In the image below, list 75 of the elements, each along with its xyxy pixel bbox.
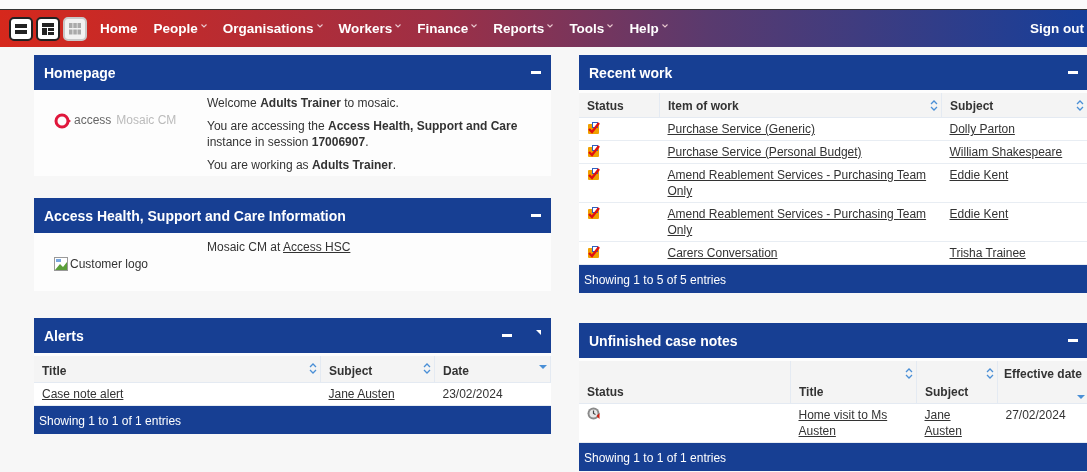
clock-icon — [587, 407, 600, 420]
column-header: Status — [579, 93, 660, 118]
panel-title: Access Health, Support and Care Information — [44, 207, 346, 224]
menu-item[interactable]: Finance — [417, 21, 478, 36]
tick-clipboard-icon — [587, 121, 600, 135]
collapse-button[interactable] — [531, 214, 541, 217]
sort-descending-icon — [539, 365, 547, 369]
column-header[interactable]: Item of work — [659, 93, 942, 118]
tick-clipboard-icon — [587, 167, 600, 181]
paragraph: You are accessing the Access Health, Support and Care instance in session 17006907. — [207, 118, 519, 150]
sort-descending-icon — [1077, 395, 1085, 399]
rows-layout-button[interactable] — [9, 16, 33, 41]
column-header[interactable]: Subject — [941, 93, 1087, 118]
menu-item[interactable]: Tools — [569, 21, 614, 36]
column-header[interactable]: Title — [34, 356, 321, 383]
sort-icon — [309, 363, 317, 374]
menu-item[interactable]: Reports — [493, 21, 554, 36]
access-hsc-link[interactable]: Access HSC — [283, 240, 351, 254]
table-link[interactable]: Dolly Parton — [949, 121, 1080, 137]
table-link[interactable]: Amend Reablement Services - Purchasing Team Only — [667, 167, 934, 199]
table-footer: Showing 1 to 1 of 1 entries — [579, 443, 1087, 471]
table-link[interactable]: William Shakespeare — [949, 144, 1080, 160]
panels-layout-button[interactable] — [36, 16, 60, 41]
menu-item[interactable]: Organisations — [222, 21, 323, 36]
tick-clipboard-icon — [587, 206, 600, 220]
sort-icon — [1076, 100, 1084, 111]
column-header[interactable]: Title — [790, 361, 917, 404]
paragraph: Welcome Adults Trainer to mosaic. — [207, 95, 400, 111]
table-footer: Showing 1 to 5 of 5 entries — [579, 265, 1087, 293]
panel-title: Unfinished case notes — [589, 332, 738, 349]
column-header: Status — [579, 361, 791, 404]
sign-out-link[interactable]: Sign out — [1030, 21, 1084, 36]
column-header[interactable]: Date — [434, 356, 551, 383]
table-footer: Showing 1 to 1 of 1 entries — [34, 406, 551, 434]
logo-text: access — [74, 113, 112, 127]
collapse-button[interactable] — [502, 334, 512, 337]
table-link[interactable]: Jane Austen — [328, 386, 427, 402]
table-link[interactable]: Case note alert — [42, 386, 313, 402]
sort-icon — [423, 363, 431, 374]
table-link[interactable]: Trisha Trainee — [949, 245, 1080, 261]
sort-icon — [905, 368, 913, 379]
table-cell: 27/02/2024 — [1005, 408, 1066, 422]
menu-item[interactable]: Workers — [338, 21, 402, 36]
menu-item[interactable]: Home — [100, 21, 138, 36]
tick-clipboard-icon — [587, 245, 600, 259]
menu-item[interactable]: People — [153, 21, 207, 36]
table-link[interactable]: Carers Conversation — [667, 245, 934, 261]
paragraph: You are working as Adults Trainer. — [207, 157, 397, 173]
table-link[interactable]: Home visit to Ms Austen — [798, 407, 909, 439]
corner-icon — [536, 330, 541, 335]
sort-icon — [986, 368, 994, 379]
broken-image-icon — [54, 257, 68, 271]
logo-text: Mosaic CM — [116, 113, 177, 127]
column-header[interactable]: Subject — [916, 361, 998, 404]
panel-title: Alerts — [44, 327, 84, 344]
table-link[interactable]: Purchase Service (Personal Budget) — [667, 144, 934, 160]
collapse-button[interactable] — [1068, 339, 1078, 342]
panel-title: Recent work — [589, 64, 673, 81]
tick-clipboard-icon — [587, 144, 600, 158]
table-link[interactable]: Eddie Kent — [949, 167, 1080, 183]
column-header[interactable]: Subject — [320, 356, 435, 383]
sort-icon — [930, 100, 938, 111]
table-link[interactable]: Eddie Kent — [949, 206, 1080, 222]
info-text: Mosaic CM at — [207, 240, 281, 254]
column-header[interactable]: Effective date — [997, 361, 1087, 404]
menu-item[interactable]: Help — [629, 21, 668, 36]
table-cell: 23/02/2024 — [442, 387, 503, 401]
table-link[interactable]: Amend Reablement Services - Purchasing Team Only — [667, 206, 934, 238]
table-link[interactable]: Jane Austen — [924, 407, 990, 439]
panel-title: Homepage — [44, 64, 116, 81]
logo-ring-icon — [54, 113, 72, 129]
collapse-button[interactable] — [1068, 71, 1078, 74]
image-alt-text: Customer logo — [70, 257, 149, 271]
table-link[interactable]: Purchase Service (Generic) — [667, 121, 934, 137]
collapse-button[interactable] — [531, 71, 541, 74]
